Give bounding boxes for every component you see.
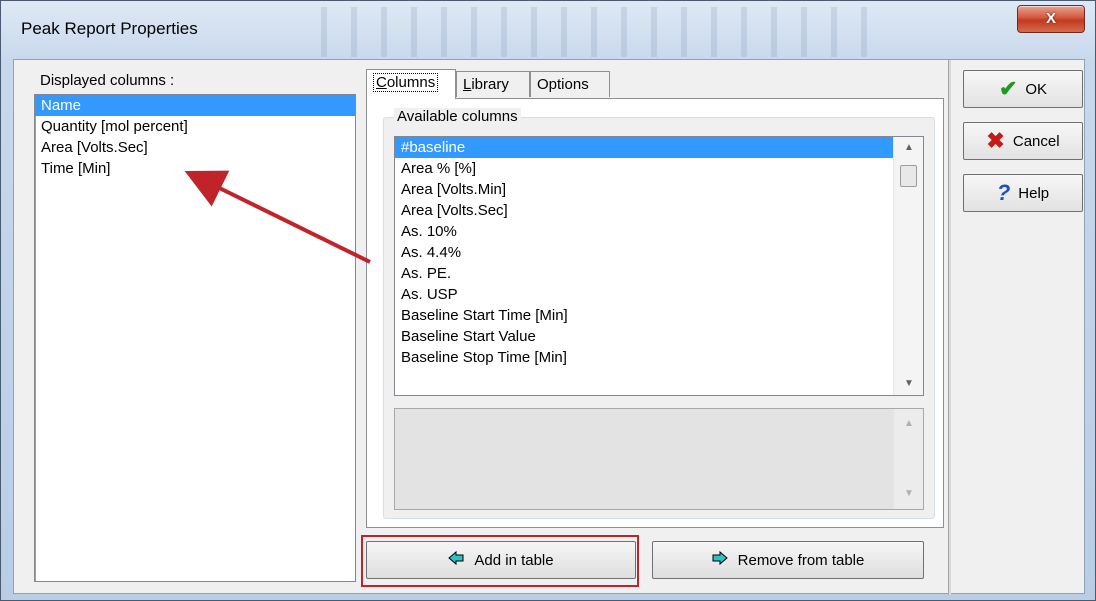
close-button[interactable]: X: [1017, 5, 1085, 33]
tab-columns-label: olumns: [386, 74, 436, 91]
dialog-window: Peak Report Properties X Displayed colum…: [0, 0, 1096, 601]
close-icon: X: [1045, 10, 1056, 27]
title-bar-background: [321, 7, 881, 57]
annotation-arrow-icon: [184, 170, 371, 264]
dialog-client: Displayed columns : Name Quantity [mol p…: [13, 59, 1085, 595]
window-title: Peak Report Properties: [21, 19, 198, 38]
tab-columns[interactable]: Columns: [366, 69, 456, 99]
title-bar[interactable]: Peak Report Properties X: [1, 1, 1095, 59]
